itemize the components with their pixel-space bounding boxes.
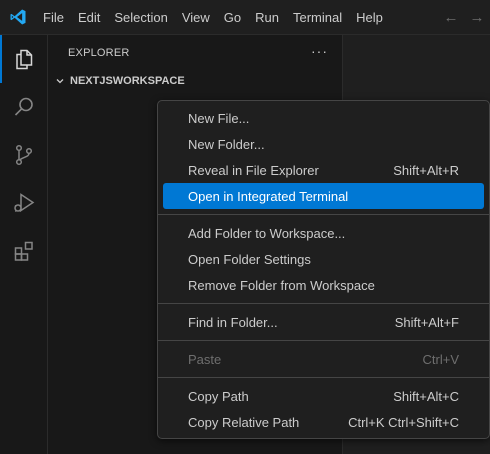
menu-item-shortcut: Shift+Alt+R [393, 162, 459, 178]
extensions-icon[interactable] [0, 227, 48, 275]
menu-item-label: Open in Integrated Terminal [188, 188, 349, 204]
menu-bar: File Edit Selection View Go Run Terminal… [36, 0, 390, 35]
menu-help[interactable]: Help [349, 0, 390, 35]
menu-item-label: Paste [188, 351, 222, 367]
menu-go[interactable]: Go [217, 0, 248, 35]
menu-run[interactable]: Run [248, 0, 286, 35]
more-actions-icon[interactable]: ··· [311, 35, 328, 70]
menu-item-copy-path[interactable]: Copy Path Shift+Alt+C [163, 383, 484, 409]
menu-item-label: Reveal in File Explorer [188, 162, 319, 178]
menu-item-shortcut: Ctrl+V [422, 351, 459, 367]
menu-terminal[interactable]: Terminal [286, 0, 349, 35]
menu-selection[interactable]: Selection [107, 0, 174, 35]
menu-separator [158, 214, 489, 215]
workspace-folder-row[interactable]: NEXTJSWORKSPACE [48, 70, 342, 92]
explorer-title: EXPLORER [68, 46, 130, 59]
menu-file[interactable]: File [36, 0, 71, 35]
menu-item-shortcut: Shift+Alt+F [394, 314, 459, 330]
activity-bar [0, 35, 48, 454]
menu-item-find-in-folder[interactable]: Find in Folder... Shift+Alt+F [163, 309, 484, 335]
menu-item-label: Remove Folder from Workspace [188, 277, 375, 293]
menu-item-reveal-in-file-explorer[interactable]: Reveal in File Explorer Shift+Alt+R [163, 157, 484, 183]
menu-item-shortcut: Shift+Alt+C [393, 388, 459, 404]
menu-item-label: Copy Relative Path [188, 414, 300, 430]
menu-edit[interactable]: Edit [71, 0, 107, 35]
menu-separator [158, 377, 489, 378]
menu-item-label: Find in Folder... [188, 314, 278, 330]
search-icon[interactable] [0, 83, 48, 131]
workspace-name: NEXTJSWORKSPACE [70, 75, 185, 87]
menu-item-new-folder[interactable]: New Folder... [163, 131, 484, 157]
forward-arrow-icon[interactable]: → [468, 9, 486, 26]
menu-item-open-in-integrated-terminal[interactable]: Open in Integrated Terminal [163, 183, 484, 209]
context-menu: New File... New Folder... Reveal in File… [157, 100, 490, 439]
explorer-header: EXPLORER ··· [48, 35, 342, 70]
back-arrow-icon[interactable]: ← [442, 9, 460, 26]
menu-item-label: Add Folder to Workspace... [188, 225, 346, 241]
menu-item-label: Copy Path [188, 388, 249, 404]
run-debug-icon[interactable] [0, 179, 48, 227]
source-control-icon[interactable] [0, 131, 48, 179]
menu-item-remove-folder-from-workspace[interactable]: Remove Folder from Workspace [163, 272, 484, 298]
explorer-icon[interactable] [0, 35, 48, 83]
menu-item-paste: Paste Ctrl+V [163, 346, 484, 372]
menu-item-label: New Folder... [188, 136, 265, 152]
menu-view[interactable]: View [175, 0, 217, 35]
vscode-logo-icon [0, 0, 36, 35]
menu-item-copy-relative-path[interactable]: Copy Relative Path Ctrl+K Ctrl+Shift+C [163, 409, 484, 435]
menu-item-open-folder-settings[interactable]: Open Folder Settings [163, 246, 484, 272]
menu-item-new-file[interactable]: New File... [163, 105, 484, 131]
menu-separator [158, 303, 489, 304]
menu-item-add-folder-to-workspace[interactable]: Add Folder to Workspace... [163, 220, 484, 246]
menu-item-label: Open Folder Settings [188, 251, 311, 267]
navigation-arrows: ← → [442, 0, 486, 35]
title-bar: File Edit Selection View Go Run Terminal… [0, 0, 490, 35]
menu-item-label: New File... [188, 110, 250, 126]
menu-item-shortcut: Ctrl+K Ctrl+Shift+C [348, 414, 459, 430]
chevron-down-icon [52, 76, 68, 86]
menu-separator [158, 340, 489, 341]
